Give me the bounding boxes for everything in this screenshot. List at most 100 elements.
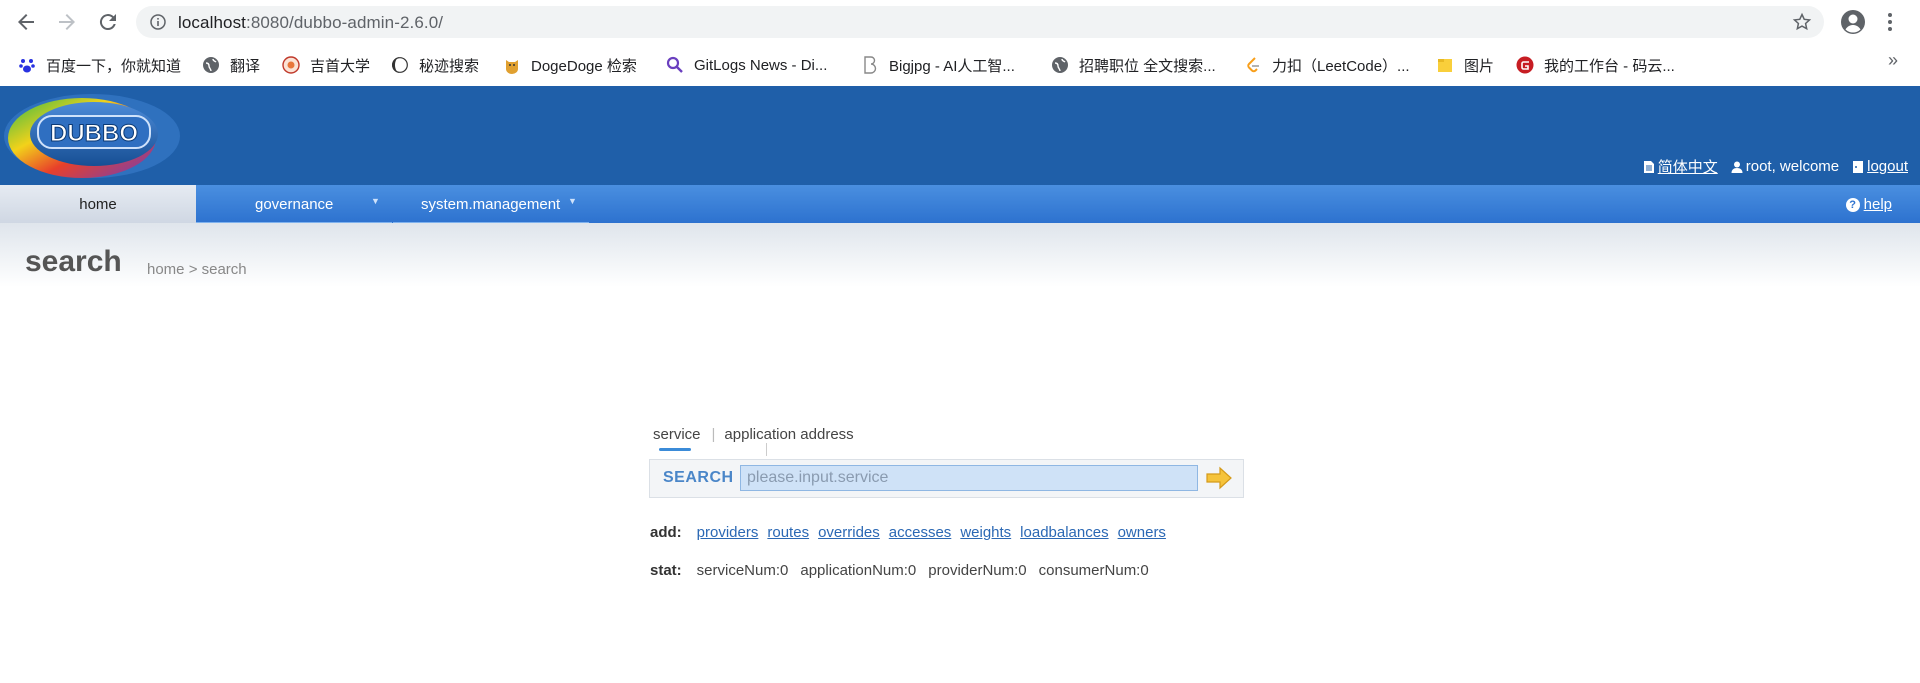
bookmark-label: GitLogs News - Di... [694,56,828,74]
bookmark-pictures[interactable]: 图片 [1436,54,1494,76]
stat-consumer-num: consumerNum:0 [1038,562,1149,579]
bookmark-label: DogeDoge 检索 [531,57,637,75]
bookmark-label: 图片 [1464,57,1495,75]
bookmark-label: 翻译 [230,57,261,75]
dubbo-logo[interactable]: DUBBO [0,90,184,180]
reload-icon[interactable] [96,10,120,34]
user-welcome: root, welcome [1730,158,1839,175]
mijisou-icon [391,56,409,74]
leetcode-icon [1244,56,1262,74]
language-switch[interactable]: 简体中文 [1642,156,1718,177]
forward-icon[interactable] [55,10,79,34]
bookmark-label: 招聘职位 全文搜索... [1079,57,1216,75]
user-icon [1731,161,1743,173]
gitee-icon [1516,56,1534,74]
stat-row: stat: serviceNum:0 applicationNum:0 prov… [650,562,1161,579]
bookmark-label: 秘迹搜索 [419,57,480,75]
university-seal-icon [282,56,300,74]
bookmark-translate[interactable]: 翻译 [202,54,260,76]
stat-label: stat: [650,562,682,579]
bookmark-star-icon[interactable] [1792,12,1812,32]
add-overrides-link[interactable]: overrides [818,524,880,541]
document-icon [1643,160,1654,173]
logout-door-icon [1853,160,1864,173]
bookmark-label: 吉首大学 [310,57,371,75]
bookmark-jishou[interactable]: 吉首大学 [282,54,370,76]
main-menu: home governance ▼ system.management ▼ ? … [0,185,1920,224]
search-input[interactable] [740,465,1198,491]
add-owners-link[interactable]: owners [1118,524,1166,541]
add-links-row: add: providers routes overrides accesses… [650,524,1175,541]
url-text: localhost:8080/dubbo-admin-2.6.0/ [178,13,443,33]
bigjpg-b-icon [861,56,879,74]
welcome-text: root, welcome [1745,158,1840,175]
bookmarks-bar: 百度一下，你就知道 翻译 吉首大学 秘迹搜索 DogeDoge 检索 GitLo… [0,44,1920,87]
search-label: SEARCH [663,469,734,486]
bookmark-baidu[interactable]: 百度一下，你就知道 [18,54,181,76]
site-info-icon[interactable] [150,14,166,30]
chevron-down-icon: ▼ [568,196,577,206]
add-accesses-link[interactable]: accesses [889,524,952,541]
folder-icon [1436,56,1454,74]
bookmark-jobs[interactable]: 招聘职位 全文搜索... [1051,54,1216,76]
bookmark-label: Bigjpg - AI人工智... [889,57,1015,75]
page-title-bar: search home > search [0,223,1920,287]
doge-icon [503,56,521,74]
menu-governance[interactable]: governance ▼ [196,185,392,224]
logout[interactable]: logout [1851,158,1908,175]
menu-governance-label: governance [255,196,334,213]
bookmark-leetcode[interactable]: 力扣（LeetCode）... [1244,54,1410,76]
bookmark-dogedoge[interactable]: DogeDoge 检索 [503,54,637,76]
add-label: add: [650,524,682,541]
bookmark-gitee[interactable]: 我的工作台 - 码云... [1516,54,1675,76]
tab-service-label: service [653,426,701,443]
app-header: DUBBO 简体中文 root, welcome logout [0,86,1920,185]
bookmark-label: 我的工作台 - 码云... [1544,57,1675,75]
profile-avatar-icon[interactable] [1840,9,1866,35]
search-tabs: service | application address [653,426,854,452]
bookmarks-overflow-button[interactable]: » [1888,50,1898,71]
logo-text: DUBBO [50,120,138,147]
add-routes-link[interactable]: routes [767,524,809,541]
breadcrumb: home > search [147,261,247,278]
add-loadbalances-link[interactable]: loadbalances [1020,524,1108,541]
browser-toolbar: localhost:8080/dubbo-admin-2.6.0/ [0,0,1920,44]
chevron-down-icon: ▼ [371,196,380,206]
logout-link[interactable]: logout [1867,158,1908,175]
tab-separator: | [711,426,716,443]
add-weights-link[interactable]: weights [960,524,1011,541]
search-box: SEARCH [649,459,1244,498]
tab-service[interactable]: service [653,426,701,452]
bookmark-label: 百度一下，你就知道 [46,57,182,75]
language-link[interactable]: 简体中文 [1658,156,1718,177]
tab-application-address[interactable]: application address [724,426,853,452]
bookmark-label: 力扣（LeetCode）... [1272,57,1410,75]
stat-service-num: serviceNum:0 [696,562,789,579]
globe-icon [1051,56,1069,74]
stat-provider-num: providerNum:0 [928,562,1027,579]
bookmark-bigjpg[interactable]: Bigjpg - AI人工智... [861,54,1015,76]
menu-system-management-label: system.management [421,196,561,213]
help[interactable]: ? help [1845,196,1892,213]
url-path: :8080/dubbo-admin-2.6.0/ [246,13,444,32]
url-host: localhost [178,13,246,32]
bookmark-mijisou[interactable]: 秘迹搜索 [391,54,479,76]
add-providers-link[interactable]: providers [697,524,759,541]
header-user-links: 简体中文 root, welcome logout [1630,156,1908,177]
menu-home[interactable]: home [0,185,196,223]
search-go-arrow-icon[interactable] [1205,466,1233,490]
baidu-paw-icon [18,56,36,74]
browser-menu-icon[interactable] [1884,10,1896,34]
stat-application-num: applicationNum:0 [800,562,917,579]
active-tab-indicator [659,448,691,451]
back-icon[interactable] [14,10,38,34]
text-cursor-mark [766,443,767,456]
help-link[interactable]: help [1864,196,1892,213]
globe-icon [202,56,220,74]
menu-system-management[interactable]: system.management ▼ [393,185,589,224]
help-question-icon: ? [1845,197,1860,212]
bookmark-gitlogs[interactable]: GitLogs News - Di... [666,54,827,76]
address-bar[interactable]: localhost:8080/dubbo-admin-2.6.0/ [136,6,1824,38]
magnifier-icon [666,56,684,74]
page-title: search [25,245,122,278]
